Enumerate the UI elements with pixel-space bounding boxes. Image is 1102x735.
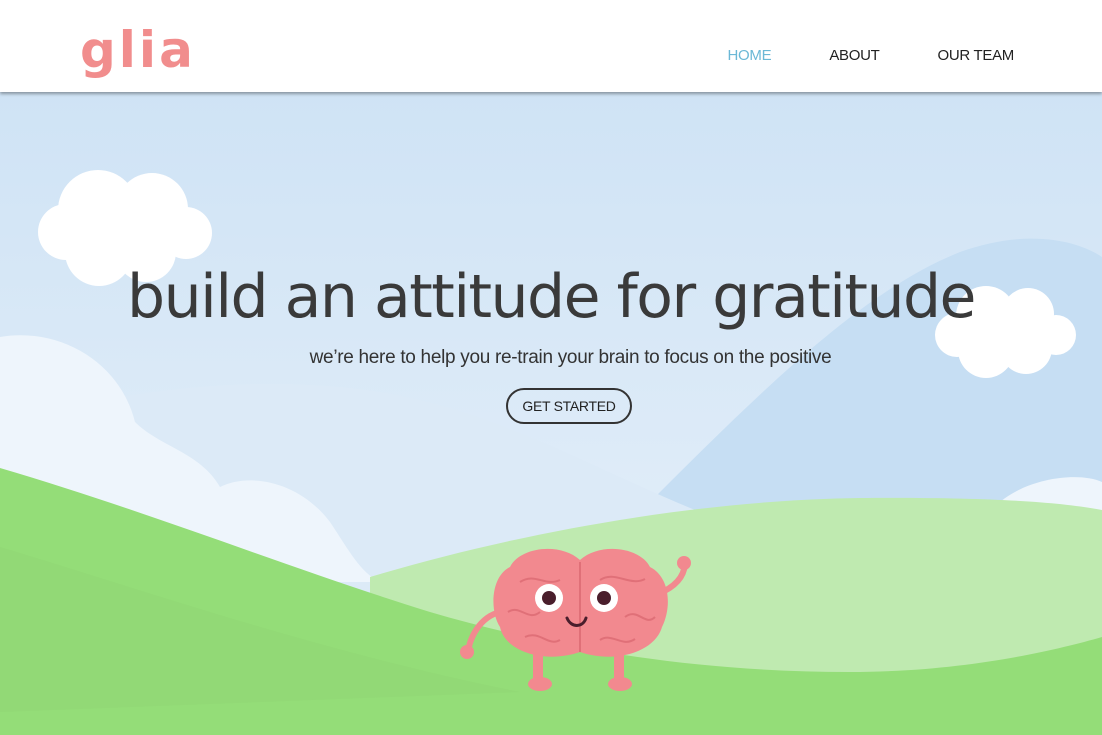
hero-headline: build an attitude for gratitude <box>127 262 976 332</box>
nav-about-link[interactable]: ABOUT <box>829 47 879 64</box>
hero-section: build an attitude for gratitude we’re he… <box>0 92 1102 735</box>
nav-our-team-link[interactable]: OUR TEAM <box>938 47 1015 64</box>
get-started-button[interactable]: GET STARTED <box>506 388 632 424</box>
main-nav: HOME ABOUT OUR TEAM <box>728 47 1015 64</box>
hero-subheadline: we’re here to help you re-train your bra… <box>309 347 832 368</box>
nav-home-link[interactable]: HOME <box>728 47 772 64</box>
site-header: glia HOME ABOUT OUR TEAM <box>0 0 1102 92</box>
logo[interactable]: glia <box>80 20 196 80</box>
